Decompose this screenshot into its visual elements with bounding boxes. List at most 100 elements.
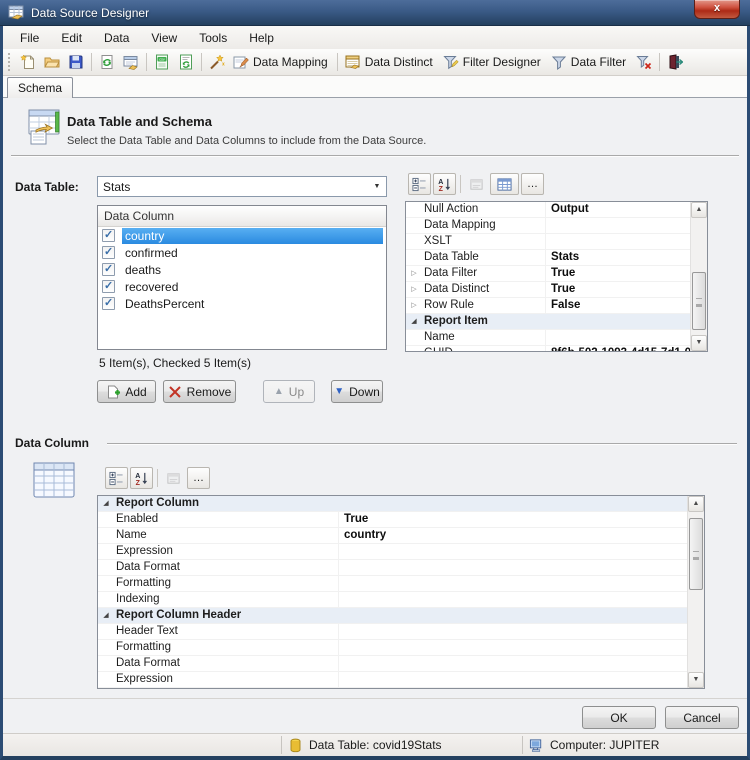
expand-arrow-icon[interactable] bbox=[98, 576, 114, 591]
list-item[interactable]: country bbox=[98, 227, 386, 244]
table-view-button[interactable] bbox=[490, 173, 519, 195]
expand-arrow-icon[interactable] bbox=[406, 330, 422, 345]
alphabetical-sort-button[interactable]: AZ bbox=[130, 467, 153, 489]
property-value[interactable] bbox=[339, 576, 687, 591]
expand-arrow-icon[interactable] bbox=[406, 202, 422, 217]
list-item[interactable]: DeathsPercent bbox=[98, 295, 386, 312]
property-row[interactable]: Report Item bbox=[406, 314, 690, 330]
expand-arrow-icon[interactable] bbox=[406, 250, 422, 265]
scrollbar[interactable]: ▲ ▼ bbox=[690, 202, 707, 351]
scroll-up-icon[interactable]: ▲ bbox=[691, 202, 707, 218]
new-file-button[interactable] bbox=[16, 51, 40, 73]
property-row[interactable]: Formatting bbox=[98, 576, 687, 592]
checkbox-checked-icon[interactable] bbox=[102, 280, 115, 293]
property-row[interactable]: Formatting bbox=[98, 640, 687, 656]
property-value[interactable] bbox=[339, 592, 687, 607]
property-value[interactable] bbox=[199, 496, 687, 511]
property-value[interactable] bbox=[546, 234, 690, 249]
property-value[interactable]: Stats bbox=[546, 250, 690, 265]
expand-arrow-icon[interactable] bbox=[98, 672, 114, 687]
expand-arrow-icon[interactable] bbox=[406, 346, 422, 352]
remove-button[interactable]: Remove bbox=[163, 380, 236, 403]
property-row[interactable]: Null Action Output bbox=[406, 202, 690, 218]
property-row[interactable]: Data Distinct True bbox=[406, 282, 690, 298]
property-row[interactable]: Header Text bbox=[98, 624, 687, 640]
expand-arrow-icon[interactable] bbox=[98, 656, 114, 671]
expand-arrow-icon[interactable] bbox=[98, 560, 114, 575]
property-value[interactable] bbox=[339, 624, 687, 639]
properties-button[interactable] bbox=[119, 51, 143, 73]
property-value[interactable] bbox=[339, 672, 687, 687]
open-file-button[interactable] bbox=[40, 51, 64, 73]
expand-arrow-icon[interactable] bbox=[98, 496, 114, 511]
expand-arrow-icon[interactable] bbox=[406, 298, 422, 313]
property-value[interactable] bbox=[339, 656, 687, 671]
property-value[interactable]: True bbox=[546, 282, 690, 297]
property-value[interactable]: country bbox=[339, 528, 687, 543]
property-row[interactable]: Expression bbox=[98, 672, 687, 688]
xml-refresh-button[interactable] bbox=[174, 51, 198, 73]
list-item[interactable]: confirmed bbox=[98, 244, 386, 261]
close-button[interactable]: x bbox=[694, 0, 740, 19]
property-row[interactable]: Data Table Stats bbox=[406, 250, 690, 266]
expand-arrow-icon[interactable] bbox=[406, 266, 422, 281]
down-button[interactable]: ▼ Down bbox=[331, 380, 383, 403]
categorized-view-button[interactable] bbox=[105, 467, 128, 489]
scroll-down-icon[interactable]: ▼ bbox=[688, 672, 704, 688]
ellipsis-button[interactable]: … bbox=[187, 467, 210, 489]
property-row[interactable]: GUID 8f6b-502-1093-4d15-7d1-0 bbox=[406, 346, 690, 352]
data-column-list-header[interactable]: Data Column bbox=[98, 206, 386, 227]
property-value[interactable]: True bbox=[546, 266, 690, 281]
property-row[interactable]: Data Format bbox=[98, 560, 687, 576]
menu-item[interactable]: Data bbox=[93, 28, 140, 48]
scroll-up-icon[interactable]: ▲ bbox=[688, 496, 704, 512]
property-value[interactable] bbox=[339, 640, 687, 655]
expand-arrow-icon[interactable] bbox=[406, 282, 422, 297]
expand-arrow-icon[interactable] bbox=[98, 608, 114, 623]
property-row[interactable]: Report Column bbox=[98, 496, 687, 512]
property-row[interactable]: Data Filter True bbox=[406, 266, 690, 282]
scrollbar[interactable]: ▲ ▼ bbox=[687, 496, 704, 688]
menu-item[interactable]: Tools bbox=[188, 28, 238, 48]
menu-item[interactable]: Edit bbox=[50, 28, 93, 48]
tab-schema[interactable]: Schema bbox=[7, 77, 73, 98]
scrollbar-thumb[interactable] bbox=[689, 518, 703, 590]
property-row[interactable]: Name bbox=[406, 330, 690, 346]
data-filter-button[interactable]: Data Filter bbox=[547, 51, 632, 73]
menu-item[interactable]: View bbox=[140, 28, 188, 48]
csv-file-button[interactable]: csv bbox=[150, 51, 174, 73]
clear-filter-button[interactable] bbox=[632, 51, 656, 73]
chevron-down-icon[interactable]: ▼ bbox=[368, 183, 386, 190]
magic-wand-button[interactable] bbox=[205, 51, 229, 73]
list-item[interactable]: recovered bbox=[98, 278, 386, 295]
property-row[interactable]: Row Rule False bbox=[406, 298, 690, 314]
expand-arrow-icon[interactable] bbox=[98, 528, 114, 543]
property-row[interactable]: Expression bbox=[98, 544, 687, 560]
property-value[interactable] bbox=[546, 330, 690, 345]
property-value[interactable] bbox=[546, 218, 690, 233]
data-distinct-button[interactable]: Data Distinct bbox=[341, 51, 439, 73]
toolbar-grip[interactable] bbox=[8, 53, 12, 71]
add-button[interactable]: Add bbox=[97, 380, 156, 403]
filter-designer-button[interactable]: Filter Designer bbox=[439, 51, 547, 73]
checkbox-checked-icon[interactable] bbox=[102, 263, 115, 276]
property-value[interactable]: 8f6b-502-1093-4d15-7d1-0 bbox=[546, 346, 690, 352]
property-row[interactable]: Report Column Header bbox=[98, 608, 687, 624]
title-bar[interactable]: Data Source Designer x bbox=[0, 0, 750, 26]
save-button[interactable] bbox=[64, 51, 88, 73]
property-value[interactable] bbox=[488, 314, 690, 329]
ellipsis-button[interactable]: … bbox=[521, 173, 544, 195]
property-row[interactable]: Indexing bbox=[98, 592, 687, 608]
refresh-document-button[interactable] bbox=[95, 51, 119, 73]
scrollbar-thumb[interactable] bbox=[692, 272, 706, 330]
exit-button[interactable] bbox=[663, 51, 687, 73]
property-value[interactable] bbox=[339, 544, 687, 559]
property-value[interactable]: Output bbox=[546, 202, 690, 217]
expand-arrow-icon[interactable] bbox=[406, 314, 422, 329]
alphabetical-sort-button[interactable]: AZ bbox=[433, 173, 456, 195]
ok-button[interactable]: OK bbox=[582, 706, 656, 729]
menu-item[interactable]: File bbox=[9, 28, 50, 48]
scroll-down-icon[interactable]: ▼ bbox=[691, 335, 707, 351]
expand-arrow-icon[interactable] bbox=[98, 624, 114, 639]
property-row[interactable]: Data Format bbox=[98, 656, 687, 672]
